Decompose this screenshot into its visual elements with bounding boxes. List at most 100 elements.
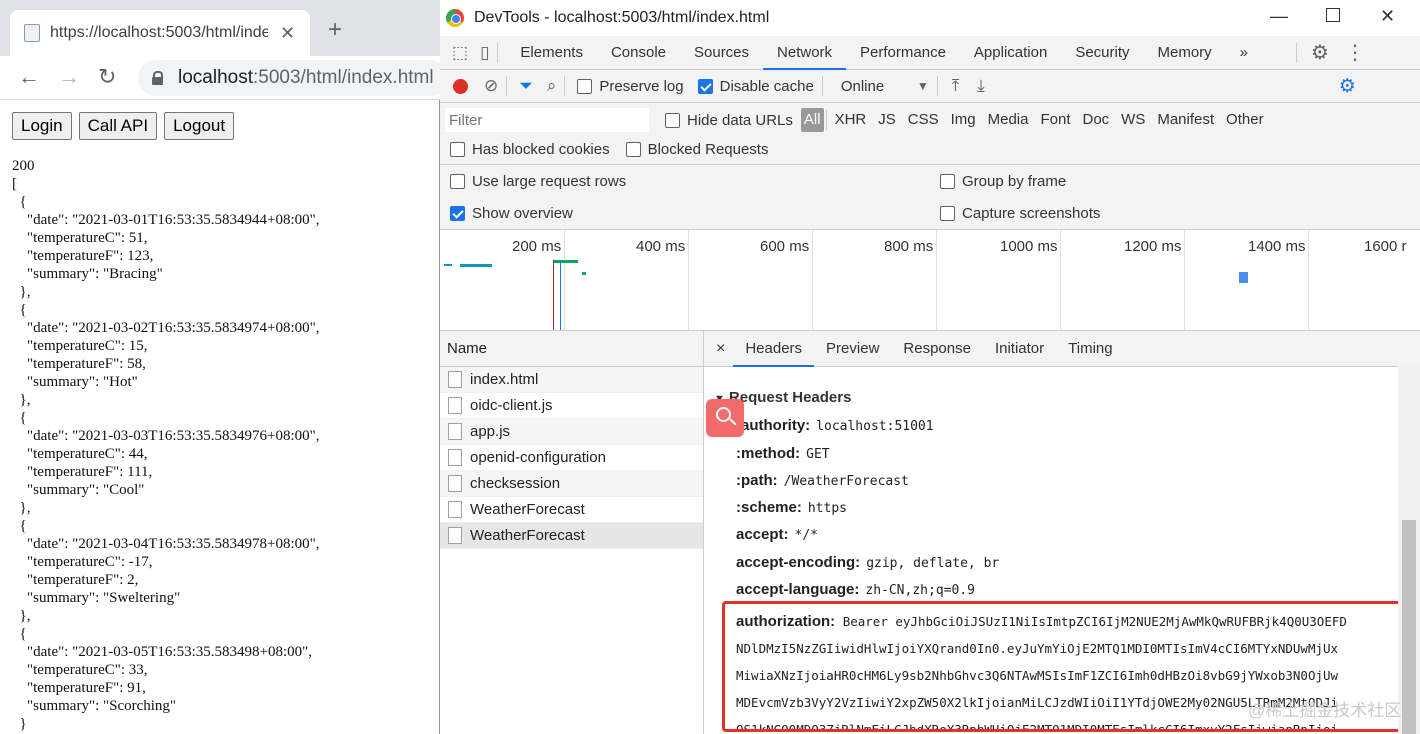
type-font[interactable]: Font — [1034, 108, 1076, 132]
disable-cache-checkbox[interactable] — [697, 78, 713, 94]
preserve-log-checkbox[interactable] — [577, 78, 593, 94]
divider — [1296, 42, 1298, 63]
tab-application[interactable]: Application — [960, 36, 1061, 70]
section-title: Request Headers — [728, 389, 852, 406]
close-tab-icon[interactable]: ✕ — [280, 23, 295, 44]
network-settings-icon[interactable]: ⚙ — [1339, 75, 1356, 98]
request-row[interactable]: app.js — [440, 419, 703, 445]
request-row[interactable]: oidc-client.js — [440, 393, 703, 419]
more-tabs-icon[interactable]: » — [1226, 36, 1262, 70]
has-blocked-cookies-label: Has blocked cookies — [472, 141, 610, 158]
kebab-menu-icon[interactable]: ⋮ — [1345, 40, 1365, 65]
request-row[interactable]: checksession — [440, 471, 703, 497]
reload-icon[interactable]: ↻ — [98, 64, 116, 90]
grid-line — [1184, 230, 1185, 330]
group-by-frame-option[interactable]: Group by frame — [940, 173, 1066, 190]
type-css[interactable]: CSS — [902, 108, 945, 132]
back-icon[interactable]: ← — [18, 64, 40, 90]
request-row[interactable]: index.html — [440, 367, 703, 393]
large-rows-checkbox[interactable] — [450, 174, 465, 189]
minimize-icon[interactable]: — — [1270, 6, 1288, 27]
type-ws[interactable]: WS — [1115, 108, 1151, 132]
tab-network[interactable]: Network — [763, 36, 847, 70]
overview-tick-label: 600 ms — [760, 238, 810, 255]
type-doc[interactable]: Doc — [1076, 108, 1115, 132]
device-toolbar-icon[interactable]: ▯ — [480, 43, 489, 63]
header-value: GET — [806, 447, 830, 462]
type-img[interactable]: Img — [945, 108, 982, 132]
browser-tab[interactable]: https://localhost:5003/html/index.html ✕ — [10, 10, 310, 56]
filter-input[interactable] — [445, 108, 649, 132]
request-name: checksession — [470, 475, 561, 492]
group-by-frame-label: Group by frame — [962, 173, 1067, 190]
search-icon-handle — [729, 418, 737, 426]
new-tab-icon[interactable]: + — [328, 16, 342, 44]
gear-icon[interactable]: ⚙ — [1311, 40, 1329, 65]
file-icon — [448, 449, 462, 466]
search-icon[interactable]: ⌕ — [547, 76, 557, 96]
close-icon[interactable]: × — [704, 340, 733, 358]
tab-memory[interactable]: Memory — [1144, 36, 1226, 70]
filter-icon[interactable]: ⏷ — [519, 76, 533, 96]
tab-security[interactable]: Security — [1061, 36, 1143, 70]
forward-icon[interactable]: → — [58, 64, 80, 90]
clear-icon[interactable]: ⊘ — [484, 76, 498, 96]
overview-tick-label: 200 ms — [512, 238, 562, 255]
tab-headers[interactable]: Headers — [733, 331, 815, 367]
header-key: authorization: — [736, 613, 836, 630]
filter-bar: Hide data URLs All XHR JS CSS Img Media … — [440, 103, 1420, 165]
blocked-requests-checkbox[interactable] — [625, 142, 641, 157]
overview-tick-label: 1200 ms — [1124, 238, 1182, 255]
type-media[interactable]: Media — [982, 108, 1035, 132]
request-row-selected[interactable]: WeatherForecast — [440, 523, 703, 549]
record-icon[interactable] — [453, 78, 468, 94]
tab-timing[interactable]: Timing — [1056, 331, 1124, 367]
inspect-element-icon[interactable]: ⬚ — [452, 43, 468, 63]
type-xhr[interactable]: XHR — [829, 108, 873, 132]
throttling-select[interactable]: Online — [841, 78, 911, 95]
logout-button[interactable]: Logout — [164, 112, 235, 140]
tab-console[interactable]: Console — [597, 36, 680, 70]
detail-scroll-thumb[interactable] — [1402, 520, 1416, 734]
chevron-down-icon[interactable]: ▼ — [917, 79, 929, 93]
tab-sources[interactable]: Sources — [680, 36, 763, 70]
overview-tick-label: 400 ms — [636, 238, 686, 255]
capture-screenshots-option[interactable]: Capture screenshots — [940, 205, 1100, 222]
type-js[interactable]: JS — [872, 108, 902, 132]
page-buttons: Login Call API Logout — [12, 112, 235, 140]
tab-response[interactable]: Response — [891, 331, 983, 367]
divider — [825, 110, 827, 130]
search-overlay-button[interactable] — [706, 399, 744, 437]
grid-line — [936, 230, 937, 330]
close-window-icon[interactable]: ✕ — [1380, 6, 1395, 27]
address-bar[interactable]: localhost:5003/html/index.html — [138, 60, 448, 96]
show-overview-checkbox[interactable] — [450, 206, 465, 221]
maximize-icon[interactable] — [1326, 8, 1340, 22]
capture-screenshots-checkbox[interactable] — [940, 206, 955, 221]
type-all[interactable]: All — [800, 108, 824, 132]
type-manifest[interactable]: Manifest — [1151, 108, 1220, 132]
grid-line — [1060, 230, 1061, 330]
request-row[interactable]: WeatherForecast — [440, 497, 703, 523]
import-har-icon[interactable]: ⤒ — [952, 76, 960, 96]
large-rows-option[interactable]: Use large request rows — [450, 173, 626, 190]
hide-data-urls-checkbox[interactable] — [665, 112, 680, 128]
show-overview-option[interactable]: Show overview — [450, 205, 573, 222]
file-icon — [448, 501, 462, 518]
tab-elements[interactable]: Elements — [506, 36, 597, 70]
url-path: :5003/html/index.html — [253, 67, 434, 88]
header-row: :scheme: https — [736, 499, 847, 516]
type-other[interactable]: Other — [1220, 108, 1270, 132]
has-blocked-cookies-checkbox[interactable] — [450, 142, 465, 157]
large-rows-label: Use large request rows — [472, 173, 627, 190]
name-column-header[interactable]: Name — [440, 331, 703, 367]
group-by-frame-checkbox[interactable] — [940, 174, 955, 189]
call-api-button[interactable]: Call API — [78, 112, 158, 140]
tab-initiator[interactable]: Initiator — [983, 331, 1056, 367]
export-har-icon[interactable]: ⤓ — [977, 76, 985, 96]
tab-performance[interactable]: Performance — [846, 36, 960, 70]
login-button[interactable]: Login — [12, 112, 72, 140]
request-row[interactable]: openid-configuration — [440, 445, 703, 471]
network-overview[interactable]: 200 ms 400 ms 600 ms 800 ms 1000 ms 1200… — [440, 230, 1420, 331]
tab-preview[interactable]: Preview — [814, 331, 891, 367]
